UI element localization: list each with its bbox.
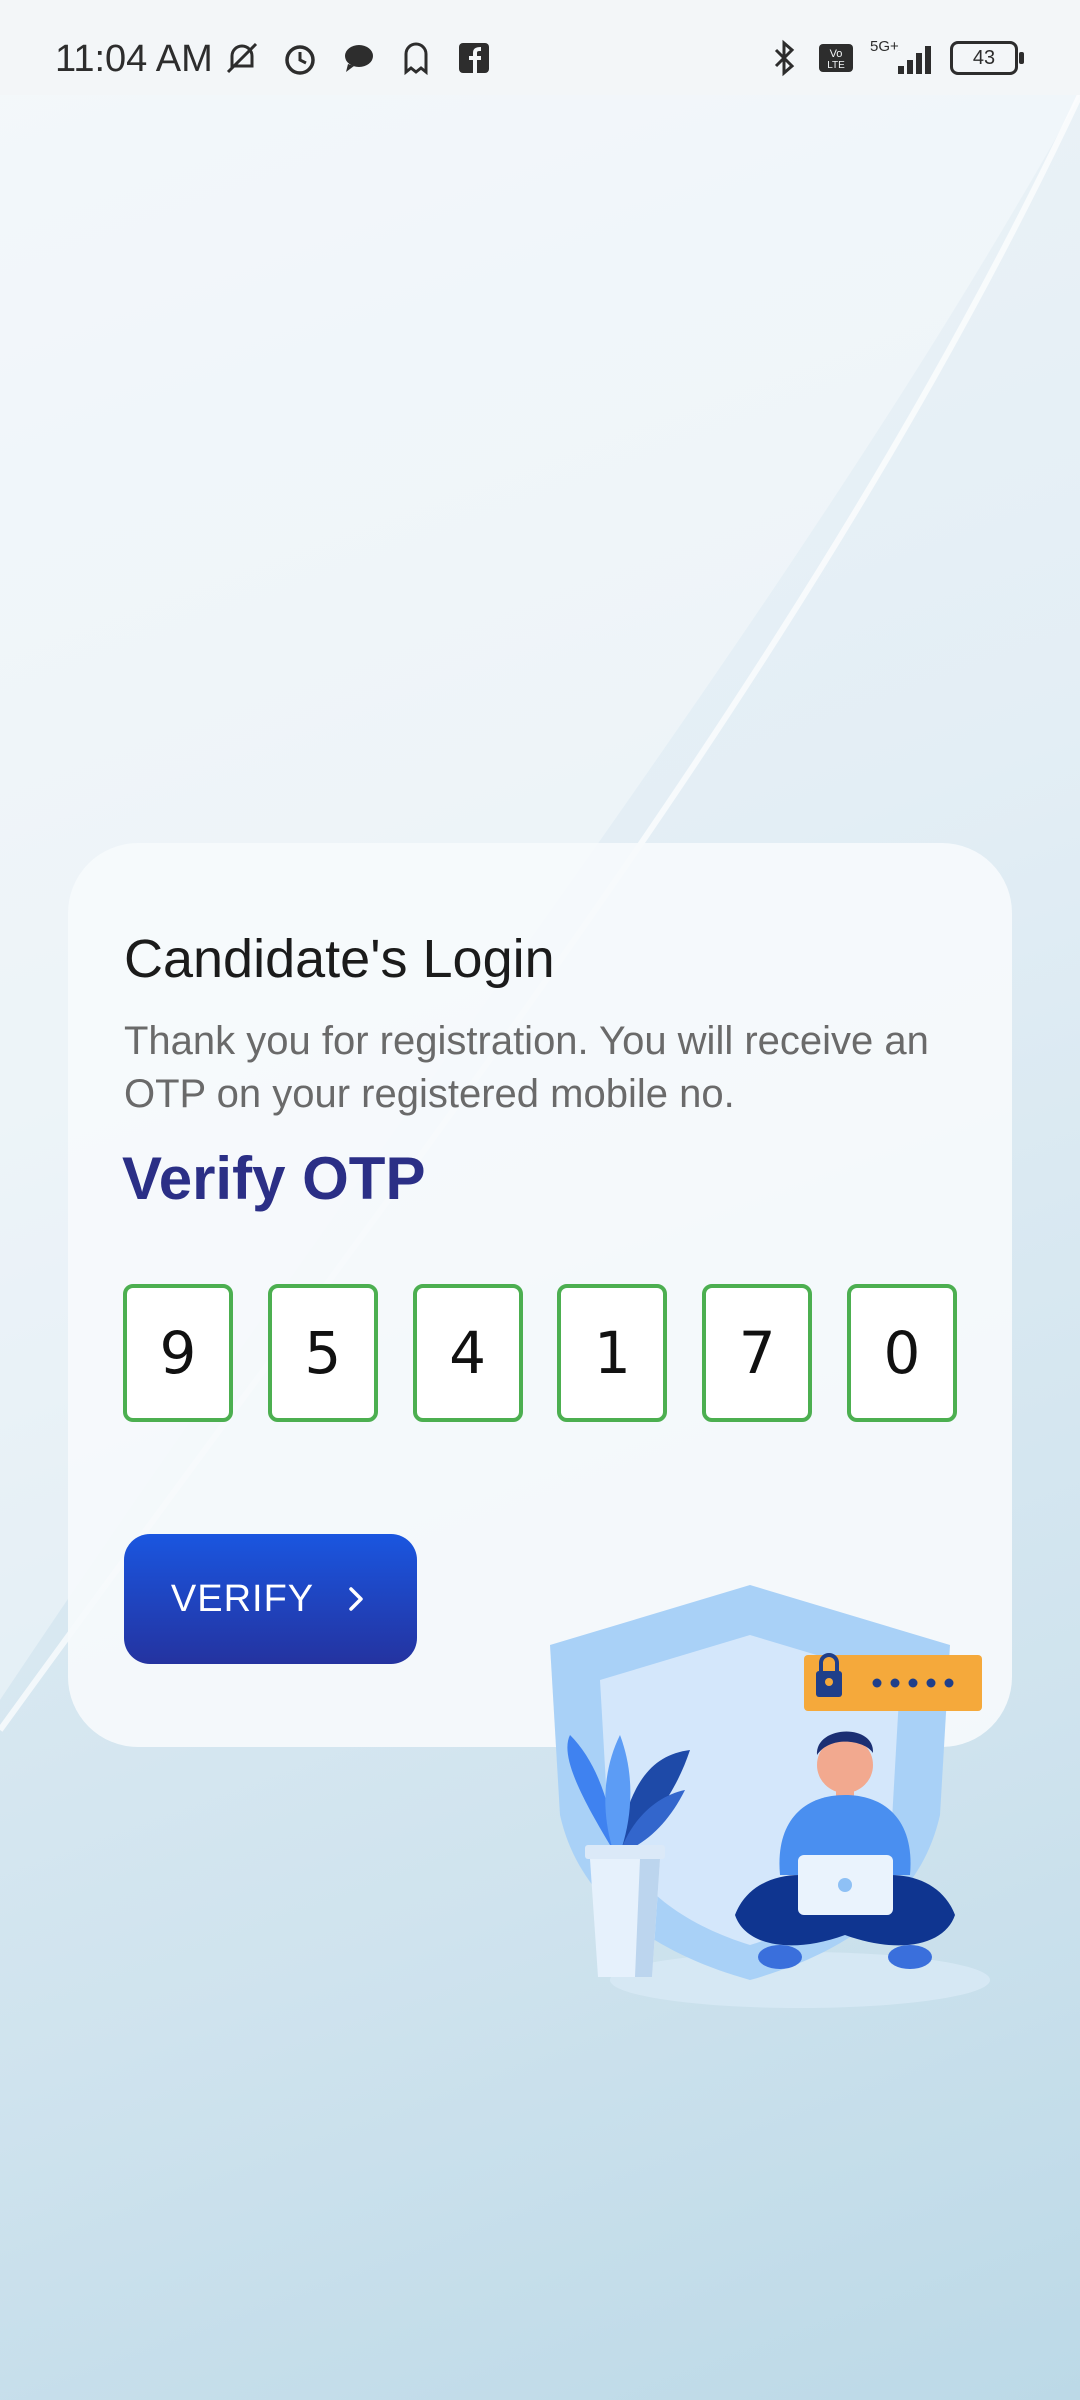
password-tag-icon: [804, 1653, 982, 1711]
otp-digit-3[interactable]: 4: [412, 1284, 523, 1422]
network-label: 5G+: [870, 38, 899, 55]
chat-icon: [338, 38, 378, 78]
alarm-icon: [280, 38, 320, 78]
volte-icon: Vo LTE: [816, 38, 856, 78]
svg-text:LTE: LTE: [827, 60, 845, 71]
verify-otp-heading: Verify OTP: [122, 1145, 426, 1212]
otp-digit-2[interactable]: 5: [267, 1284, 378, 1422]
page-title: Candidate's Login: [124, 929, 555, 989]
facebook-icon: [454, 38, 494, 78]
otp-digit-6[interactable]: 0: [846, 1284, 957, 1422]
security-illustration: [550, 1585, 990, 2008]
otp-digit-5[interactable]: 7: [702, 1284, 813, 1422]
ghost-icon: [396, 38, 436, 78]
mute-icon: [222, 38, 262, 78]
verify-button[interactable]: VERIFY: [124, 1534, 417, 1664]
status-right-icons: Vo LTE 5G+ 43: [764, 38, 1024, 78]
otp-input-group: 9 5 4 1 7 0: [123, 1284, 957, 1422]
otp-digit-4[interactable]: 1: [557, 1284, 668, 1422]
status-bar: 11:04 AM Vo LTE 5G+ 43: [0, 0, 1080, 95]
otp-digit-1[interactable]: 9: [123, 1284, 233, 1422]
registration-message: Thank you for registration. You will rec…: [124, 1019, 929, 1116]
status-time: 11:04 AM: [55, 38, 213, 80]
bluetooth-icon: [764, 38, 804, 78]
status-left-icons: [222, 38, 494, 78]
chevron-right-icon: [349, 1587, 363, 1611]
verify-button-label: VERIFY: [170, 1577, 315, 1620]
battery-icon: 43: [950, 41, 1024, 75]
svg-text:Vo: Vo: [830, 48, 843, 60]
signal-icon: 5G+: [868, 38, 938, 78]
